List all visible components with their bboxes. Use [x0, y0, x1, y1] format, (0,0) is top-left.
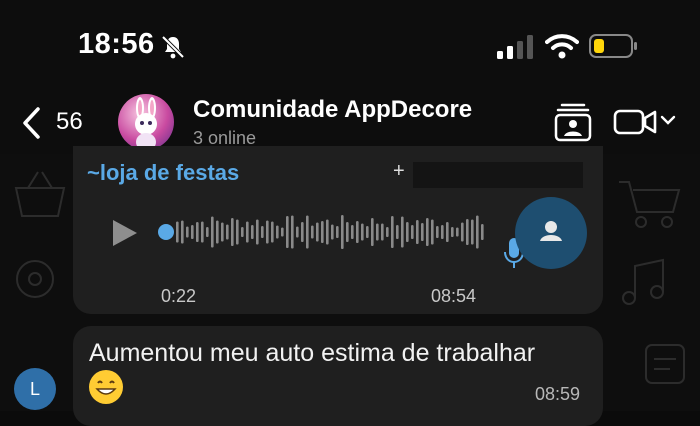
wifi-icon: [545, 34, 579, 59]
back-unread-count[interactable]: 56: [56, 108, 83, 136]
waveform-bar: [301, 222, 304, 242]
signal-icon: [497, 35, 533, 59]
waveform-bar: [201, 221, 204, 243]
message-sender-name[interactable]: ~loja de festas: [87, 160, 239, 186]
waveform-bar: [441, 225, 444, 239]
sender-phone-prefix: +: [393, 160, 405, 182]
waveform-bar: [411, 225, 414, 239]
chevron-left-icon[interactable]: [20, 106, 42, 140]
waveform-bar: [216, 220, 219, 244]
message-text: Aumentou meu auto estima de trabalhar: [89, 339, 536, 367]
doodle-cart-icon: [619, 181, 681, 228]
chevron-down-icon[interactable]: [660, 114, 676, 126]
waveform-bar: [181, 220, 184, 244]
video-call-icon[interactable]: [613, 108, 657, 136]
waveform-bar: [431, 219, 434, 245]
waveform-bar: [461, 222, 464, 242]
waveform-bar: [466, 219, 469, 245]
stories-icon[interactable]: [554, 102, 592, 142]
waveform-bar: [446, 222, 449, 242]
waveform-bar: [481, 224, 484, 240]
waveform-bar: [266, 220, 269, 244]
playback-position-dot[interactable]: [158, 224, 174, 240]
chat-title[interactable]: Comunidade AppDecore: [193, 96, 472, 124]
battery-icon: [589, 34, 637, 58]
waveform-bar: [206, 227, 209, 237]
doodle-speaker-icon: [16, 260, 54, 298]
waveform-bar: [371, 218, 374, 246]
bell-muted-icon: [161, 35, 185, 59]
text-message-bubble[interactable]: Aumentou meu auto estima de trabalhar 08…: [73, 326, 603, 426]
waveform-bar: [406, 222, 409, 242]
audio-waveform[interactable]: [158, 210, 488, 254]
waveform-bar: [176, 221, 179, 243]
group-avatar[interactable]: [118, 94, 174, 150]
redacted-phone-number: [413, 162, 583, 188]
waveform-bar: [361, 223, 364, 241]
waveform-bar: [191, 225, 194, 239]
waveform-bar: [471, 219, 474, 245]
waveform-bar: [221, 222, 224, 242]
chat-header: 56 Comunidade AppDecore 3 online: [0, 92, 700, 154]
doodle-basket-icon: [14, 171, 66, 217]
waveform-bar: [436, 226, 439, 238]
waveform-bar: [256, 219, 259, 245]
doodle-music-icon: [622, 258, 664, 305]
waveform-bar: [351, 225, 354, 239]
voice-sender-avatar[interactable]: [515, 197, 587, 269]
waveform-bar: [296, 226, 299, 238]
waveform-bar: [226, 224, 229, 240]
waveform-bar: [281, 227, 284, 237]
waveform-bar: [236, 219, 239, 245]
waveform-bar: [326, 219, 329, 245]
status-bar: 18:56: [0, 0, 700, 92]
waveform-bar: [401, 216, 404, 248]
waveform-bar: [241, 227, 244, 237]
voice-message-duration: 0:22: [161, 286, 197, 306]
waveform-bar: [376, 223, 379, 241]
waveform-bar: [251, 225, 254, 239]
waveform-bar: [331, 224, 334, 240]
waveform-bar: [451, 227, 454, 237]
voice-message-time: 08:54: [431, 286, 477, 306]
waveform-bar: [196, 222, 199, 242]
grinning-emoji-icon: [89, 370, 123, 404]
waveform-bar: [306, 215, 309, 249]
waveform-bar: [231, 218, 234, 246]
waveform-bar: [391, 216, 394, 248]
waveform-bar: [211, 216, 214, 248]
waveform-bar: [456, 227, 459, 237]
waveform-bar: [316, 222, 319, 242]
waveform-bar: [366, 226, 369, 238]
status-time: 18:56: [78, 28, 155, 60]
message-sender-avatar[interactable]: L: [14, 368, 56, 410]
waveform-bar: [381, 223, 384, 241]
waveform-bar: [336, 226, 339, 238]
message-time: 08:59: [535, 384, 581, 404]
waveform-bar: [291, 215, 294, 249]
waveform-bar: [416, 220, 419, 244]
waveform-bar: [476, 215, 479, 249]
waveform-bar: [346, 222, 349, 242]
doodle-note-icon: [645, 344, 685, 384]
waveform-bar: [286, 216, 289, 248]
waveform-bar: [186, 226, 189, 238]
person-icon: [540, 221, 562, 241]
waveform-bar: [426, 218, 429, 246]
play-icon[interactable]: [109, 218, 139, 248]
bunny-avatar-image: [135, 97, 157, 150]
waveform-bar: [396, 225, 399, 239]
waveform-bar: [321, 221, 324, 243]
waveform-bar: [311, 225, 314, 239]
waveform-bar: [276, 225, 279, 239]
waveform-bar: [386, 227, 389, 237]
waveform-bar: [421, 223, 424, 241]
waveform-bar: [246, 221, 249, 243]
waveform-bar: [341, 215, 344, 249]
waveform-bar: [271, 221, 274, 243]
waveform-bar: [261, 226, 264, 238]
waveform-bar: [356, 221, 359, 243]
